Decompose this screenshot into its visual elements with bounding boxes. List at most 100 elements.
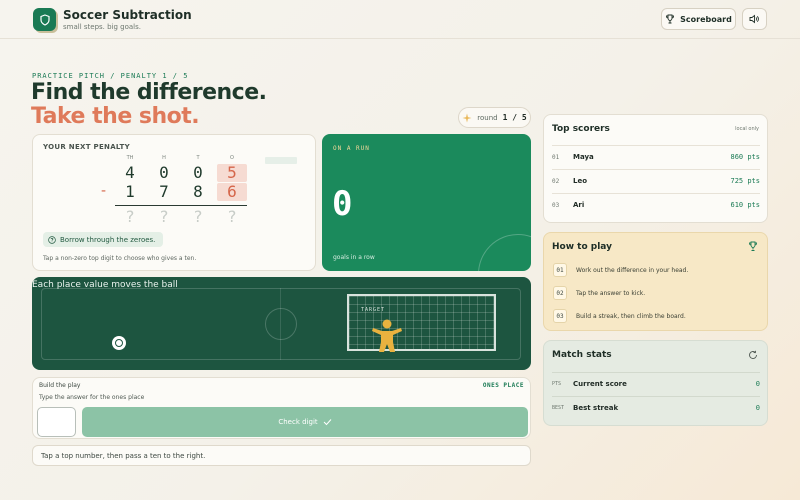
- scoreboard-label: Scoreboard: [680, 14, 732, 24]
- scorer-row: 01 Maya 860 pts: [552, 145, 760, 168]
- stat-key: BEST: [552, 405, 565, 411]
- top-digit-tens[interactable]: 0: [183, 164, 213, 182]
- penalty-tag: [265, 157, 297, 164]
- step-text: Build a streak, then climb the board.: [576, 312, 686, 320]
- breadcrumb: PRACTICE PITCH / PENALTY 1 / 5: [32, 72, 189, 80]
- column-head-tens: T: [196, 155, 200, 161]
- step-text: Work out the difference in your head.: [576, 266, 689, 274]
- stat-row: BEST Best streak 0: [552, 396, 760, 419]
- streak-caption: goals in a row: [333, 254, 375, 261]
- stat-label: Current score: [573, 380, 627, 388]
- how-to-step: 02 Tap the answer to kick.: [553, 286, 645, 300]
- sound-toggle-button[interactable]: [742, 8, 767, 30]
- answer-digit-thousands: ?: [125, 207, 135, 226]
- build-title: Build the play: [39, 382, 81, 389]
- sparkle-icon: [462, 113, 472, 122]
- ones-digit-input[interactable]: [37, 407, 76, 437]
- trophy-icon: [749, 241, 757, 251]
- scorer-points: 725 pts: [730, 177, 760, 185]
- streak-card: ON A RUN 0 goals in a row: [322, 134, 531, 271]
- match-stats-title: Match stats: [552, 350, 612, 360]
- ball-icon: [112, 336, 126, 350]
- round-label: round: [477, 113, 498, 122]
- streak-label: ON A RUN: [333, 145, 370, 152]
- scoreboard-button[interactable]: Scoreboard: [661, 8, 736, 30]
- penalty-label: YOUR NEXT PENALTY: [43, 143, 130, 151]
- app-subtitle: small steps. big goals.: [63, 23, 141, 31]
- step-number: 01: [553, 263, 567, 277]
- bottom-digit-hundreds: 7: [159, 182, 169, 201]
- answer-digit-tens: ?: [193, 207, 203, 226]
- how-to-play-panel: How to play 01 Work out the difference i…: [543, 232, 768, 331]
- pitch-center-circle: [265, 308, 297, 340]
- match-stats-panel: Match stats PTS Current score 0 BEST Bes…: [543, 340, 768, 426]
- how-to-step: 03 Build a streak, then climb the board.: [553, 309, 686, 323]
- trophy-icon: [666, 14, 675, 24]
- goal-target: TARGET: [347, 294, 496, 352]
- stat-row: PTS Current score 0: [552, 372, 760, 395]
- round-indicator: round 1 / 5: [458, 107, 531, 128]
- stat-key: PTS: [552, 381, 562, 387]
- top-scorers-panel: Top scorers local only 01 Maya 860 pts 0…: [543, 114, 768, 223]
- goalkeeper-icon: [372, 319, 402, 352]
- app-header: Soccer Subtraction small steps. big goal…: [0, 0, 800, 39]
- penalty-card: YOUR NEXT PENALTY TH H T O 4 0 0 5 - 1 7…: [32, 134, 316, 271]
- reset-icon[interactable]: [748, 350, 758, 360]
- hint-text: Borrow through the zeroes.: [60, 235, 156, 244]
- build-instruction: Type the answer for the ones place: [39, 394, 145, 401]
- page-title: Find the difference.: [31, 80, 267, 105]
- streak-value: 0: [332, 184, 353, 224]
- checkmark-icon: [323, 419, 332, 426]
- top-digit-thousands[interactable]: 4: [115, 164, 145, 182]
- build-play-card: Build the play ONES PLACE Type the answe…: [32, 377, 531, 439]
- page-title-accent: Take the shot.: [31, 104, 200, 129]
- stat-value: 0: [755, 404, 760, 412]
- app-title: Soccer Subtraction: [63, 8, 192, 22]
- build-place-badge: ONES PLACE: [482, 382, 524, 389]
- scorer-name: Maya: [573, 153, 594, 161]
- step-text: Tap the answer to kick.: [576, 289, 646, 297]
- soccer-pitch: Each place value moves the ball TARGET: [32, 277, 531, 370]
- stat-label: Best streak: [573, 404, 619, 412]
- top-digit-hundreds[interactable]: 0: [149, 164, 179, 182]
- pitch-title: Each place value moves the ball: [32, 280, 178, 290]
- scorer-row: 02 Leo 725 pts: [552, 169, 760, 192]
- check-digit-label: Check digit: [278, 418, 318, 426]
- round-value: 1 / 5: [502, 113, 527, 122]
- hint-chip[interactable]: Borrow through the zeroes.: [43, 232, 164, 247]
- scorer-points: 610 pts: [730, 201, 760, 209]
- status-bar: Tap a top number, then pass a ten to the…: [32, 445, 531, 466]
- subtraction-rule: [115, 205, 247, 206]
- goal-label: TARGET: [361, 307, 386, 313]
- scorer-row: 03 Ari 610 pts: [552, 193, 760, 216]
- scorer-name: Leo: [573, 177, 588, 185]
- column-head-hundreds: H: [162, 155, 166, 161]
- scorer-rank: 02: [552, 178, 560, 185]
- scorer-rank: 03: [552, 202, 560, 209]
- step-number: 03: [553, 309, 567, 323]
- how-to-step: 01 Work out the difference in your head.: [553, 263, 688, 277]
- stat-value: 0: [755, 380, 760, 388]
- scorer-rank: 01: [552, 154, 560, 161]
- top-scorers-tag: local only: [735, 126, 759, 132]
- speaker-icon: [749, 14, 759, 24]
- column-head-ones: O: [230, 155, 234, 161]
- top-digit-ones[interactable]: 5: [217, 164, 247, 182]
- column-head-thousands: TH: [126, 155, 134, 161]
- help-circle-icon: [48, 235, 56, 244]
- scorer-points: 860 pts: [730, 153, 760, 161]
- step-number: 02: [553, 286, 567, 300]
- check-digit-button[interactable]: Check digit: [82, 407, 528, 437]
- how-to-play-title: How to play: [552, 242, 612, 252]
- answer-digit-hundreds: ?: [159, 207, 169, 226]
- bottom-digit-thousands: 1: [125, 182, 135, 201]
- scorer-name: Ari: [573, 201, 585, 209]
- decorative-arc: [478, 234, 531, 271]
- minus-sign: -: [101, 183, 107, 199]
- answer-digit-ones: ?: [227, 207, 237, 226]
- shield-logo-icon: [33, 8, 56, 31]
- bottom-digit-ones: 6: [217, 183, 247, 201]
- top-scorers-title: Top scorers: [552, 124, 610, 134]
- bottom-digit-tens: 8: [193, 182, 203, 201]
- penalty-note: Tap a non-zero top digit to choose who g…: [43, 255, 197, 262]
